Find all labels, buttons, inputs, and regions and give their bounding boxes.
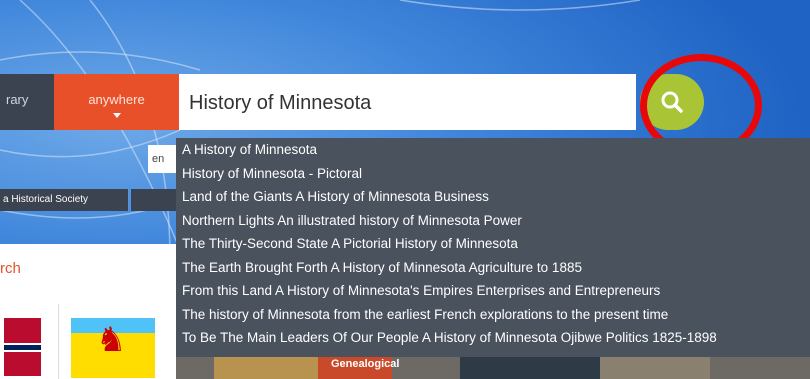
suggestion-item[interactable]: Northern Lights An illustrated history o… bbox=[176, 209, 810, 233]
language-selector[interactable]: en bbox=[148, 145, 178, 173]
suggestion-item[interactable]: A History of Minnesota bbox=[176, 138, 810, 162]
lion-emblem-icon: ♞ bbox=[96, 321, 127, 359]
suggestion-item[interactable]: Land of the Giants A History of Minnesot… bbox=[176, 185, 810, 209]
language-selector-label: en bbox=[152, 153, 165, 165]
suggestion-item[interactable]: From this Land A History of Minnesota's … bbox=[176, 279, 810, 303]
collection-thumbnail-label: Genealogical bbox=[331, 358, 400, 370]
collection-thumbnail[interactable] bbox=[214, 357, 318, 379]
autocomplete-dropdown: A History of Minnesota History of Minnes… bbox=[176, 138, 810, 357]
search-section-label: rch bbox=[0, 260, 21, 277]
secondary-filter-button[interactable] bbox=[131, 189, 177, 211]
scope-tab-anywhere[interactable]: anywhere bbox=[54, 74, 179, 130]
suggestion-item[interactable]: The history of Minnesota from the earlie… bbox=[176, 303, 810, 327]
collection-thumbnail[interactable] bbox=[460, 357, 600, 379]
scope-tab-anywhere-label: anywhere bbox=[88, 92, 145, 107]
suggestion-item[interactable]: To Be The Main Leaders Of Our People A H… bbox=[176, 326, 810, 350]
scope-tab-library-label: rary bbox=[6, 92, 29, 107]
search-bar bbox=[179, 74, 636, 130]
suggestion-item[interactable]: The Thirty-Second State A Pictorial Hist… bbox=[176, 232, 810, 256]
historical-society-button[interactable]: a Historical Society bbox=[0, 189, 128, 211]
caret-down-icon bbox=[112, 113, 121, 118]
scope-tab-library[interactable]: rary bbox=[0, 74, 54, 130]
collection-thumbnail[interactable] bbox=[600, 357, 710, 379]
norway-flag-image bbox=[4, 318, 41, 376]
suggestion-item[interactable]: The Earth Brought Forth A History of Min… bbox=[176, 256, 810, 280]
search-input[interactable] bbox=[187, 84, 631, 122]
historical-society-label: a Historical Society bbox=[3, 194, 89, 205]
suggestion-item[interactable]: History of Minnesota - Pictoral bbox=[176, 162, 810, 186]
